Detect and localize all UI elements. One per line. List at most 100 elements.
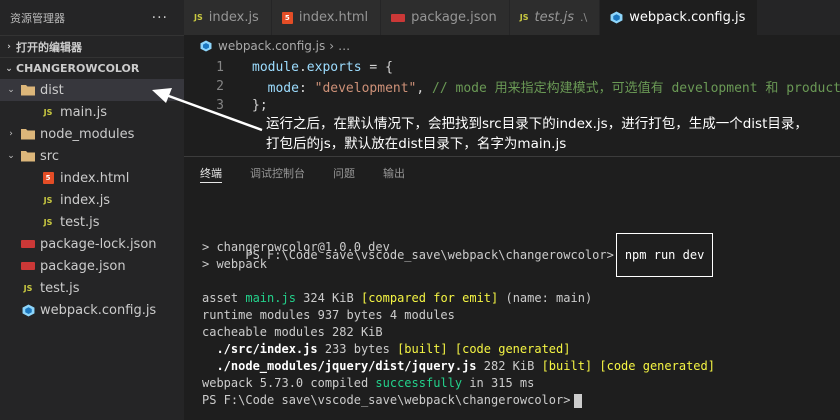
tab-label: index.html <box>298 10 369 25</box>
chevron-right-icon: › <box>9 129 13 139</box>
code-line: 1 module.exports = { <box>184 58 393 77</box>
folder-icon <box>18 84 38 96</box>
editor-tab[interactable]: JS test.js .\ <box>509 0 601 35</box>
breadcrumb: webpack.config.js › … <box>184 35 840 57</box>
code-token: mode <box>267 81 299 96</box>
tree-item[interactable]: JS index.js <box>0 189 184 211</box>
panel-tab[interactable]: 问题 <box>333 157 355 189</box>
terminal-compiled-line: webpack 5.73.0 compiled successfully in … <box>202 376 535 390</box>
webpack-icon <box>200 40 212 52</box>
js-file-icon: JS <box>23 283 33 293</box>
terminal-module-line: ./src/index.js 233 bytes [built] [code g… <box>202 342 571 356</box>
breadcrumb-file[interactable]: webpack.config.js <box>218 39 325 53</box>
terminal-asset-line: asset main.js 324 KiB [compared for emit… <box>202 291 593 305</box>
tree-item[interactable]: › node_modules <box>0 123 184 145</box>
editor-tabs: JS index.js 5 index.html package.json JS test.… <box>184 0 840 35</box>
tree-item-label: index.js <box>60 192 111 208</box>
code-token: : <box>298 81 315 96</box>
code-token: . <box>298 60 307 75</box>
breadcrumb-separator-icon: › <box>329 39 335 53</box>
js-file-icon: JS <box>43 195 53 205</box>
open-editors-label: 打开的编辑器 <box>16 40 82 54</box>
panel-tab[interactable]: 输出 <box>383 157 405 189</box>
asset-name: main.js <box>245 291 296 305</box>
html-file-icon: 5 <box>281 11 293 24</box>
tab-label: index.js <box>208 10 259 25</box>
tree-item[interactable]: JS test.js <box>0 211 184 233</box>
json-file-icon <box>18 240 38 248</box>
tree-item[interactable]: JS test.js <box>0 277 184 299</box>
code-text: module.exports = { <box>252 60 393 75</box>
editor-tab[interactable]: 5 index.html <box>271 0 382 35</box>
terminal[interactable]: PS F:\Code save\vscode_save\webpack\chan… <box>202 203 832 409</box>
code-text: mode: "development", // mode 用来指定构建模式，可选… <box>252 77 840 96</box>
bottom-panel: 终端 调试控制台 问题 输出 PS F:\Code save\vscode_save\… <box>184 156 840 420</box>
annotation-line-2: 打包后的js，默认放在dist目录下，名字为main.js <box>266 136 567 152</box>
editor-tab[interactable]: package.json <box>381 0 510 35</box>
chevron-down-icon: ⌄ <box>5 63 13 74</box>
tree-item[interactable]: package.json <box>0 255 184 277</box>
tree-item-label: package.json <box>40 258 126 274</box>
tree-item-label: node_modules <box>40 126 135 142</box>
folder-icon <box>18 128 38 140</box>
explorer-header: 资源管理器 ··· <box>0 0 184 35</box>
code-token: = { <box>361 60 393 75</box>
open-editors-section[interactable]: › 打开的编辑器 <box>0 35 184 57</box>
more-actions-icon[interactable]: ··· <box>152 10 168 26</box>
code-line: 3}; <box>184 96 267 115</box>
js-file-icon: JS <box>43 217 53 227</box>
terminal-final-prompt: PS F:\Code save\vscode_save\webpack\chan… <box>202 392 832 409</box>
code-token: exports <box>306 60 362 75</box>
tab-label: package.json <box>411 10 497 25</box>
js-file-icon: JS <box>519 13 529 22</box>
explorer-sidebar: 资源管理器 ··· › 打开的编辑器 ⌄ CHANGEROWCOLOR ⌄ dis… <box>0 0 184 420</box>
tree-item[interactable]: webpack.config.js <box>0 299 184 321</box>
tree-item-label: webpack.config.js <box>40 302 157 318</box>
tab-path-note: .\ <box>579 11 588 24</box>
line-number: 2 <box>216 79 224 94</box>
project-label: CHANGEROWCOLOR <box>16 62 140 75</box>
tab-label: test.js <box>534 10 574 25</box>
code-token: // mode 用来指定构建模式，可选值有 development 和 prod… <box>432 81 840 96</box>
terminal-output-line: cacheable modules 282 KiB <box>202 325 383 339</box>
tree-item[interactable]: ⌄ src <box>0 145 184 167</box>
highlighted-command: npm run dev <box>615 233 714 277</box>
tree-item-label: src <box>40 148 59 164</box>
tree-item[interactable]: ⌄ dist <box>0 79 184 101</box>
panel-tab[interactable]: 调试控制台 <box>250 157 305 189</box>
json-file-icon <box>391 13 406 22</box>
editor-tab[interactable]: JS index.js <box>184 0 272 35</box>
tree-item-label: main.js <box>60 104 107 120</box>
terminal-command-line: PS F:\Code save\vscode_save\webpack\chan… <box>202 203 832 277</box>
asset-status: [compared for emit] <box>360 291 499 305</box>
tree-item-label: test.js <box>40 280 80 296</box>
code-token: "development" <box>314 81 417 96</box>
code-text: }; <box>252 98 268 113</box>
file-tree: ⌄ dist JS main.js › node_modules ⌄ src 5 index.ht… <box>0 79 184 321</box>
tree-item-label: index.html <box>60 170 130 186</box>
js-file-icon: JS <box>194 13 203 22</box>
code-token: }; <box>252 98 268 113</box>
tree-item[interactable]: 5 index.html <box>0 167 184 189</box>
code-line: 2 mode: "development", // mode 用来指定构建模式，… <box>184 77 840 96</box>
tree-item[interactable]: JS main.js <box>0 101 184 123</box>
code-editor[interactable]: 1 module.exports = {2 mode: "development"… <box>184 57 840 117</box>
editor-tab[interactable]: webpack.config.js <box>600 0 759 35</box>
breadcrumb-rest[interactable]: … <box>338 39 350 53</box>
panel-tab[interactable]: 终端 <box>200 157 222 189</box>
code-token: , <box>416 81 433 96</box>
annotation-text: 运行之后，在默认情况下，会把找到src目录下的index.js，进行打包，生成一… <box>261 114 840 156</box>
terminal-cursor <box>574 393 583 408</box>
chevron-down-icon: ⌄ <box>7 85 15 95</box>
tab-label: webpack.config.js <box>629 10 746 25</box>
js-file-icon: JS <box>43 107 53 117</box>
json-file-icon <box>18 262 38 270</box>
line-number: 3 <box>216 98 224 113</box>
tree-item-label: test.js <box>60 214 100 230</box>
folder-icon <box>18 150 38 162</box>
tree-item[interactable]: package-lock.json <box>0 233 184 255</box>
project-section[interactable]: ⌄ CHANGEROWCOLOR <box>0 57 184 79</box>
panel-tabs: 终端 调试控制台 问题 输出 <box>184 157 840 189</box>
tree-item-label: dist <box>40 82 64 98</box>
compiled-status: successfully <box>375 376 463 390</box>
